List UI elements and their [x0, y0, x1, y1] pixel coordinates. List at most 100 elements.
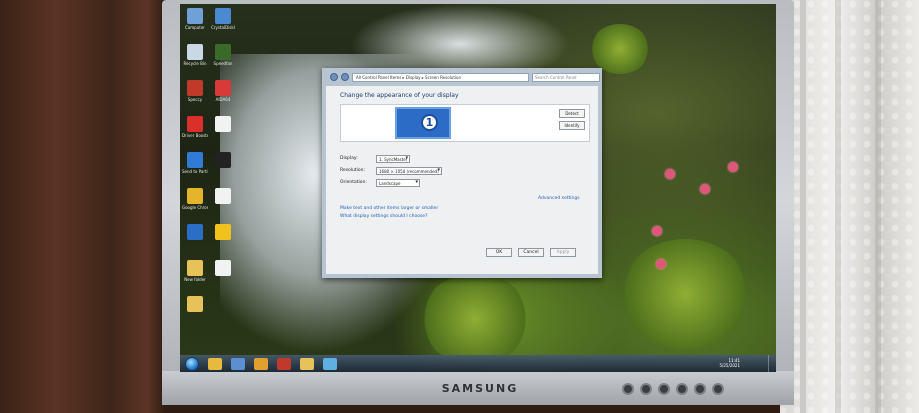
desktop-icon[interactable] — [210, 188, 236, 205]
orientation-row: Orientation: Landscape — [340, 178, 420, 187]
clock-date: 5/25/2021 — [719, 363, 740, 368]
display-label: Display: — [340, 156, 358, 161]
monitor-button[interactable] — [676, 383, 688, 395]
curtain-fold — [800, 0, 806, 413]
desktop-icon-label: CrystalDiskI — [211, 25, 235, 30]
curtain-fold — [835, 0, 841, 413]
recycle-bin-icon — [187, 44, 203, 60]
media-player-icon[interactable] — [231, 357, 245, 370]
wallpaper-flower — [700, 184, 710, 194]
desktop-icon[interactable]: Google Chrome — [182, 188, 208, 210]
desktop-icon[interactable]: CrystalDiskI — [210, 8, 236, 30]
computer-icon — [187, 8, 203, 24]
desktop-icon[interactable] — [210, 152, 236, 169]
wallpaper-flower — [665, 169, 675, 179]
document-icon — [215, 188, 231, 204]
wallpaper-flower — [656, 259, 666, 269]
detect-button[interactable]: Detect — [559, 109, 585, 118]
wallpaper-flower — [728, 162, 738, 172]
curtain-fold — [875, 0, 881, 413]
screen-resolution-window: All Control Panel Items ▸ Display ▸ Scre… — [322, 68, 602, 278]
forward-icon[interactable] — [341, 73, 349, 81]
wallpaper-moss — [620, 239, 750, 349]
desktop-icon[interactable]: New folder — [182, 260, 208, 282]
address-bar[interactable]: All Control Panel Items ▸ Display ▸ Scre… — [352, 72, 529, 82]
curtain — [780, 0, 919, 413]
desktop-icon-label: Recycle Bin — [183, 61, 207, 66]
desktop-icon[interactable]: Send to Partition... — [182, 152, 208, 174]
desktop-icon[interactable]: AIDA64 — [210, 80, 236, 102]
document-icon — [215, 260, 231, 276]
start-button-icon[interactable] — [185, 356, 199, 371]
desktop-icon[interactable] — [210, 116, 236, 133]
desktop-icon-label: Computer — [185, 25, 205, 30]
apply-button[interactable]: Apply — [550, 248, 576, 257]
orientation-select[interactable]: Landscape — [376, 178, 420, 187]
desktop-icon[interactable]: Speccy — [182, 80, 208, 102]
monitor-buttons — [622, 383, 737, 397]
monitor-button[interactable] — [694, 383, 706, 395]
app-icon — [187, 116, 203, 132]
chrome-icon[interactable] — [254, 357, 268, 370]
display-select[interactable]: 1. SyncMaster — [376, 154, 410, 163]
search-input[interactable]: Search Control Panel — [532, 72, 600, 82]
desktop-icon[interactable] — [182, 296, 208, 313]
app-icon — [215, 8, 231, 24]
cancel-button[interactable]: Cancel — [518, 248, 544, 257]
desktop-icons: Computer CrystalDiskI Recycle Bin Speedfan S… — [182, 4, 242, 359]
app-icon — [215, 224, 231, 240]
desktop-icon[interactable]: Driver Booster — [182, 116, 208, 138]
back-icon[interactable] — [330, 73, 338, 81]
desktop-icon[interactable]: Speedfan — [210, 44, 236, 66]
app-icon — [187, 224, 203, 240]
desktop-icon-label: Speccy — [187, 97, 203, 102]
app-icon[interactable] — [277, 357, 291, 370]
monitor-screen: Computer CrystalDiskI Recycle Bin Speedfan S… — [180, 4, 776, 372]
app-icon — [187, 152, 203, 168]
monitor-button[interactable] — [622, 383, 634, 395]
app-icon — [187, 80, 203, 96]
desktop-icon-label: AIDA64 — [215, 97, 231, 102]
display-row: Display: 1. SyncMaster — [340, 154, 410, 163]
desktop-icon[interactable] — [182, 224, 208, 241]
page-title: Change the appearance of your display — [340, 92, 459, 99]
ok-button[interactable]: OK — [486, 248, 512, 257]
advanced-settings-link[interactable]: Advanced settings — [538, 196, 580, 201]
desktop-icon-label: New folder — [184, 277, 206, 282]
system-tray-clock[interactable]: 11:41 5/25/2021 — [700, 358, 740, 368]
display-help-link[interactable]: What display settings should I choose? — [340, 214, 427, 219]
desktop-icon[interactable] — [210, 260, 236, 277]
desktop-icon[interactable] — [210, 224, 236, 241]
explorer-icon[interactable] — [208, 357, 222, 370]
folder-icon — [187, 296, 203, 312]
document-icon — [215, 116, 231, 132]
wallpaper-moss — [420, 274, 530, 364]
folder-icon[interactable] — [300, 357, 314, 370]
app-icon — [215, 152, 231, 168]
taskbar-apps — [199, 357, 337, 370]
monitor-button[interactable] — [640, 383, 652, 395]
identify-button[interactable]: Identify — [559, 121, 585, 130]
resolution-label: Resolution: — [340, 168, 366, 173]
desktop-icon[interactable]: Computer — [182, 8, 208, 30]
monitor-power-button[interactable] — [712, 383, 724, 395]
monitor-thumbnail[interactable]: 1 — [395, 107, 451, 139]
fan-icon — [215, 44, 231, 60]
window-titlebar: All Control Panel Items ▸ Display ▸ Scre… — [330, 72, 600, 82]
wallpaper-flower — [652, 226, 662, 236]
control-panel-icon[interactable] — [323, 357, 337, 370]
app-icon — [215, 80, 231, 96]
display-preview: 1 Detect Identify — [340, 104, 590, 142]
resolution-select[interactable]: 1680 × 1050 (recommended) — [376, 166, 442, 175]
monitor-brand-logo: SAMSUNG — [441, 382, 519, 395]
wallpaper-moss — [590, 24, 650, 74]
desktop-icon-label: Google Chrome — [182, 205, 208, 210]
monitor-button[interactable] — [658, 383, 670, 395]
desktop-icon-label: Speedfan — [213, 61, 233, 66]
show-desktop-button[interactable] — [768, 355, 776, 372]
desktop-icon[interactable]: Recycle Bin — [182, 44, 208, 66]
text-size-link[interactable]: Make text and other items larger or smal… — [340, 206, 438, 211]
desktop-icon-label: Driver Booster — [182, 133, 208, 138]
desktop-icon-label: Send to Partition... — [182, 169, 208, 174]
taskbar: 11:41 5/25/2021 — [180, 355, 776, 372]
